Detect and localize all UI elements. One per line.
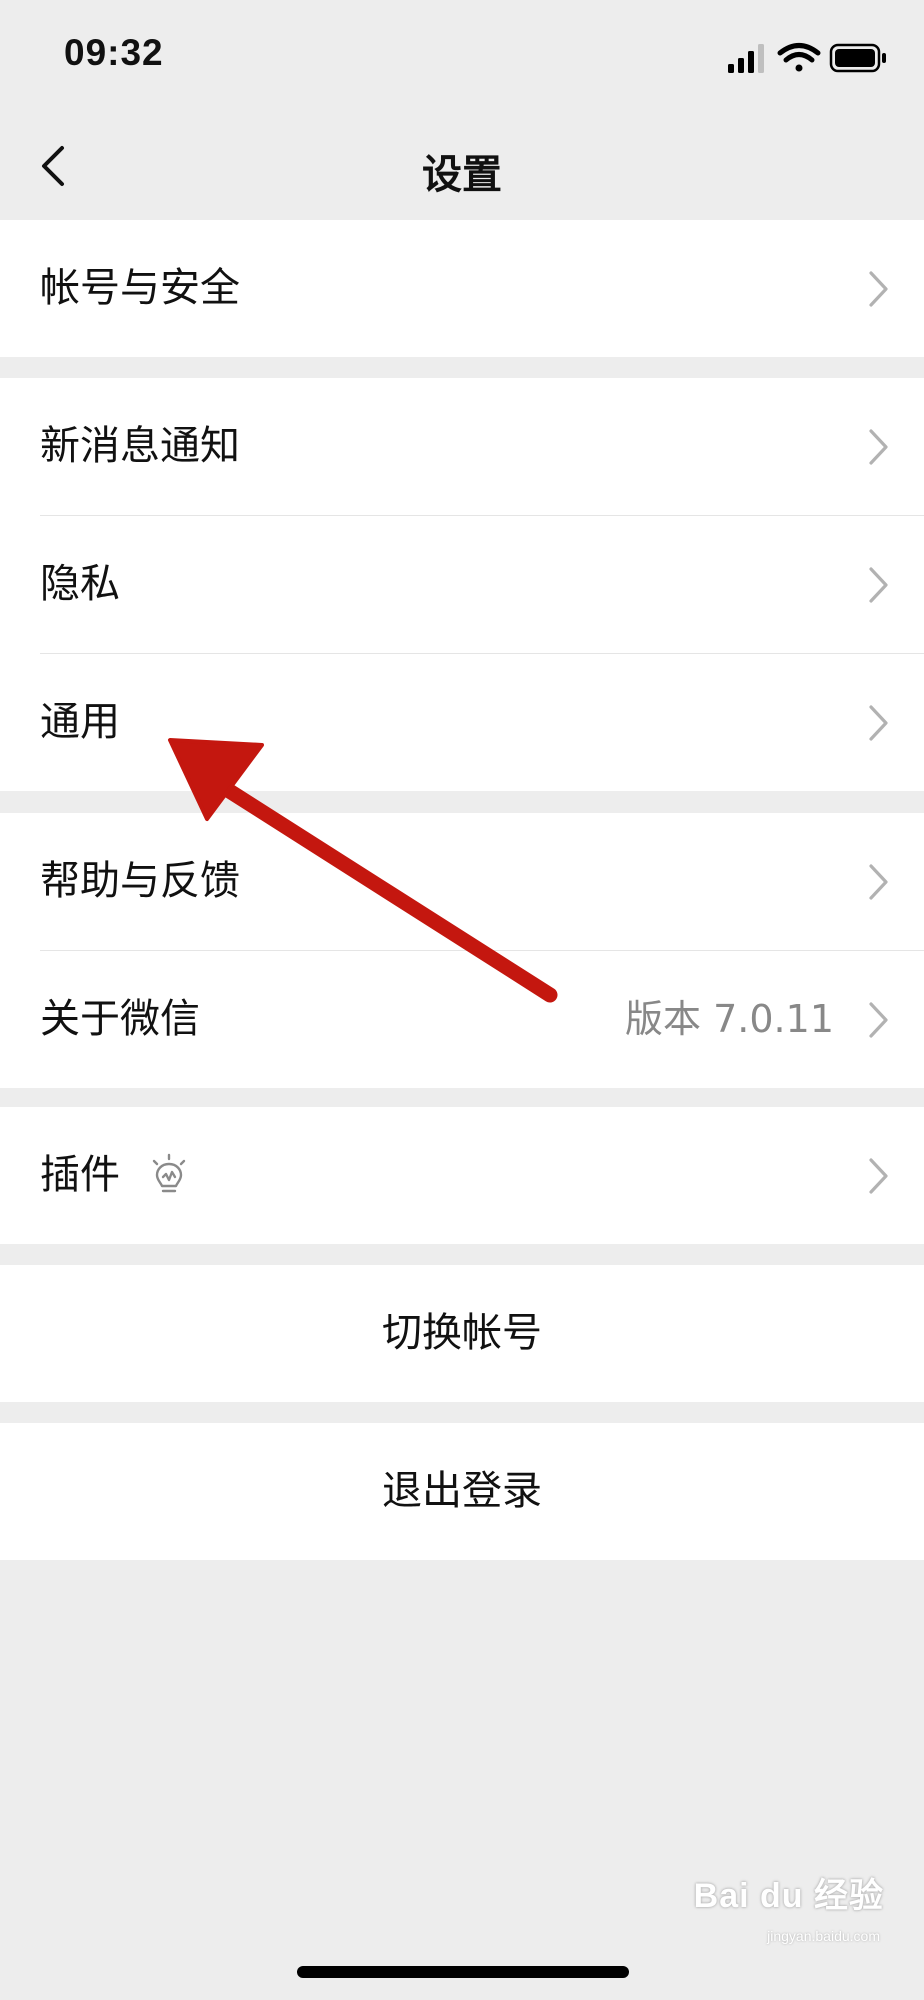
- chevron-right-icon: [869, 863, 888, 900]
- group-switch-account: 切换帐号: [0, 1265, 924, 1402]
- logout-button[interactable]: 退出登录: [0, 1423, 924, 1560]
- nav-bar: 设置: [0, 110, 924, 220]
- group-plugins: 插件: [0, 1107, 924, 1244]
- chevron-right-icon: [869, 1157, 888, 1194]
- switch-account-button[interactable]: 切换帐号: [0, 1265, 924, 1402]
- switch-account-label: 切换帐号: [382, 1310, 542, 1356]
- cell-new-message-notifications[interactable]: 新消息通知: [0, 378, 924, 515]
- cell-label: 帮助与反馈: [40, 858, 240, 904]
- cell-label: 帐号与安全: [40, 265, 240, 311]
- status-time: 09:32: [64, 32, 164, 73]
- cell-label: 关于微信: [40, 996, 200, 1042]
- status-icons: [728, 40, 888, 76]
- chevron-right-icon: [869, 428, 888, 465]
- group-help: 帮助与反馈 关于微信 版本 7.0.11: [0, 813, 924, 1088]
- cell-label: 插件: [40, 1152, 120, 1198]
- cell-label: 隐私: [40, 561, 120, 607]
- lightbulb-icon: [152, 1153, 186, 1193]
- wifi-icon: [777, 43, 821, 72]
- signal-icon: [728, 44, 764, 73]
- page-title: 设置: [422, 152, 502, 198]
- status-bar: 09:32: [0, 0, 924, 110]
- cell-plugins[interactable]: 插件: [0, 1107, 924, 1244]
- cell-account-security[interactable]: 帐号与安全: [0, 220, 924, 357]
- cell-label: 新消息通知: [40, 423, 240, 469]
- version-value: 版本 7.0.11: [625, 997, 834, 1041]
- cell-help-feedback[interactable]: 帮助与反馈: [0, 813, 924, 950]
- cell-general[interactable]: 通用: [0, 654, 924, 791]
- logout-label: 退出登录: [382, 1468, 542, 1514]
- cell-label: 通用: [40, 699, 120, 745]
- chevron-right-icon: [869, 1001, 888, 1038]
- chevron-right-icon: [869, 566, 888, 603]
- chevron-right-icon: [869, 270, 888, 307]
- home-indicator: [297, 1966, 629, 1978]
- group-account: 帐号与安全: [0, 220, 924, 357]
- cell-about-wechat[interactable]: 关于微信 版本 7.0.11: [0, 951, 924, 1088]
- group-logout: 退出登录: [0, 1423, 924, 1560]
- cell-privacy[interactable]: 隐私: [0, 516, 924, 653]
- battery-icon: [829, 43, 886, 73]
- baidu-jingyan-watermark: Bai du 经验: [693, 1877, 884, 1915]
- chevron-right-icon: [869, 704, 888, 741]
- group-main: 新消息通知 隐私 通用: [0, 378, 924, 791]
- watermark-url: jingyan.baidu.com: [767, 1928, 880, 1944]
